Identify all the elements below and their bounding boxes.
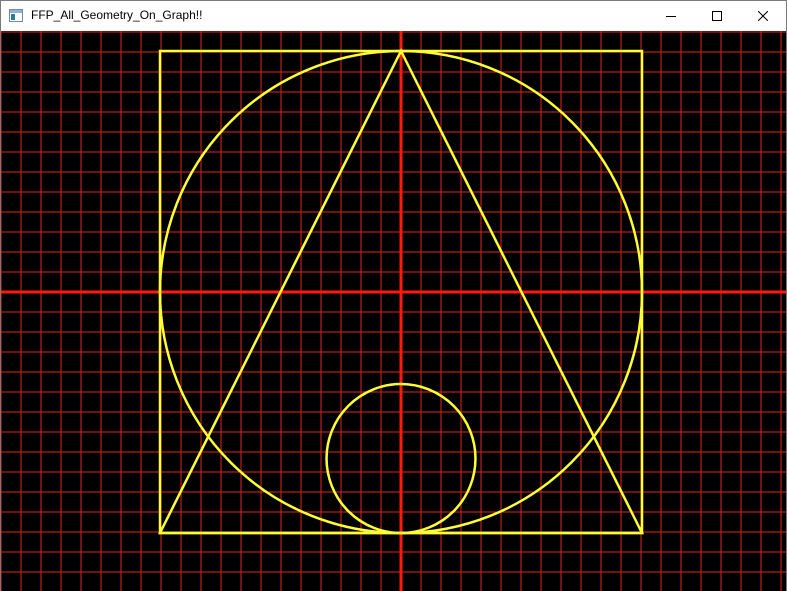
app-window-icon bbox=[9, 9, 23, 22]
title-bar[interactable]: FFP_All_Geometry_On_Graph!! bbox=[1, 1, 786, 31]
minimize-button[interactable] bbox=[648, 1, 694, 31]
maximize-button[interactable] bbox=[694, 1, 740, 31]
close-icon bbox=[758, 11, 768, 21]
minimize-icon bbox=[666, 11, 676, 21]
maximize-icon bbox=[712, 11, 722, 21]
window-title: FFP_All_Geometry_On_Graph!! bbox=[31, 8, 203, 22]
graph-canvas bbox=[1, 31, 786, 591]
graph-svg bbox=[1, 31, 786, 591]
close-button[interactable] bbox=[740, 1, 786, 31]
app-window: FFP_All_Geometry_On_Graph!! bbox=[0, 0, 787, 591]
